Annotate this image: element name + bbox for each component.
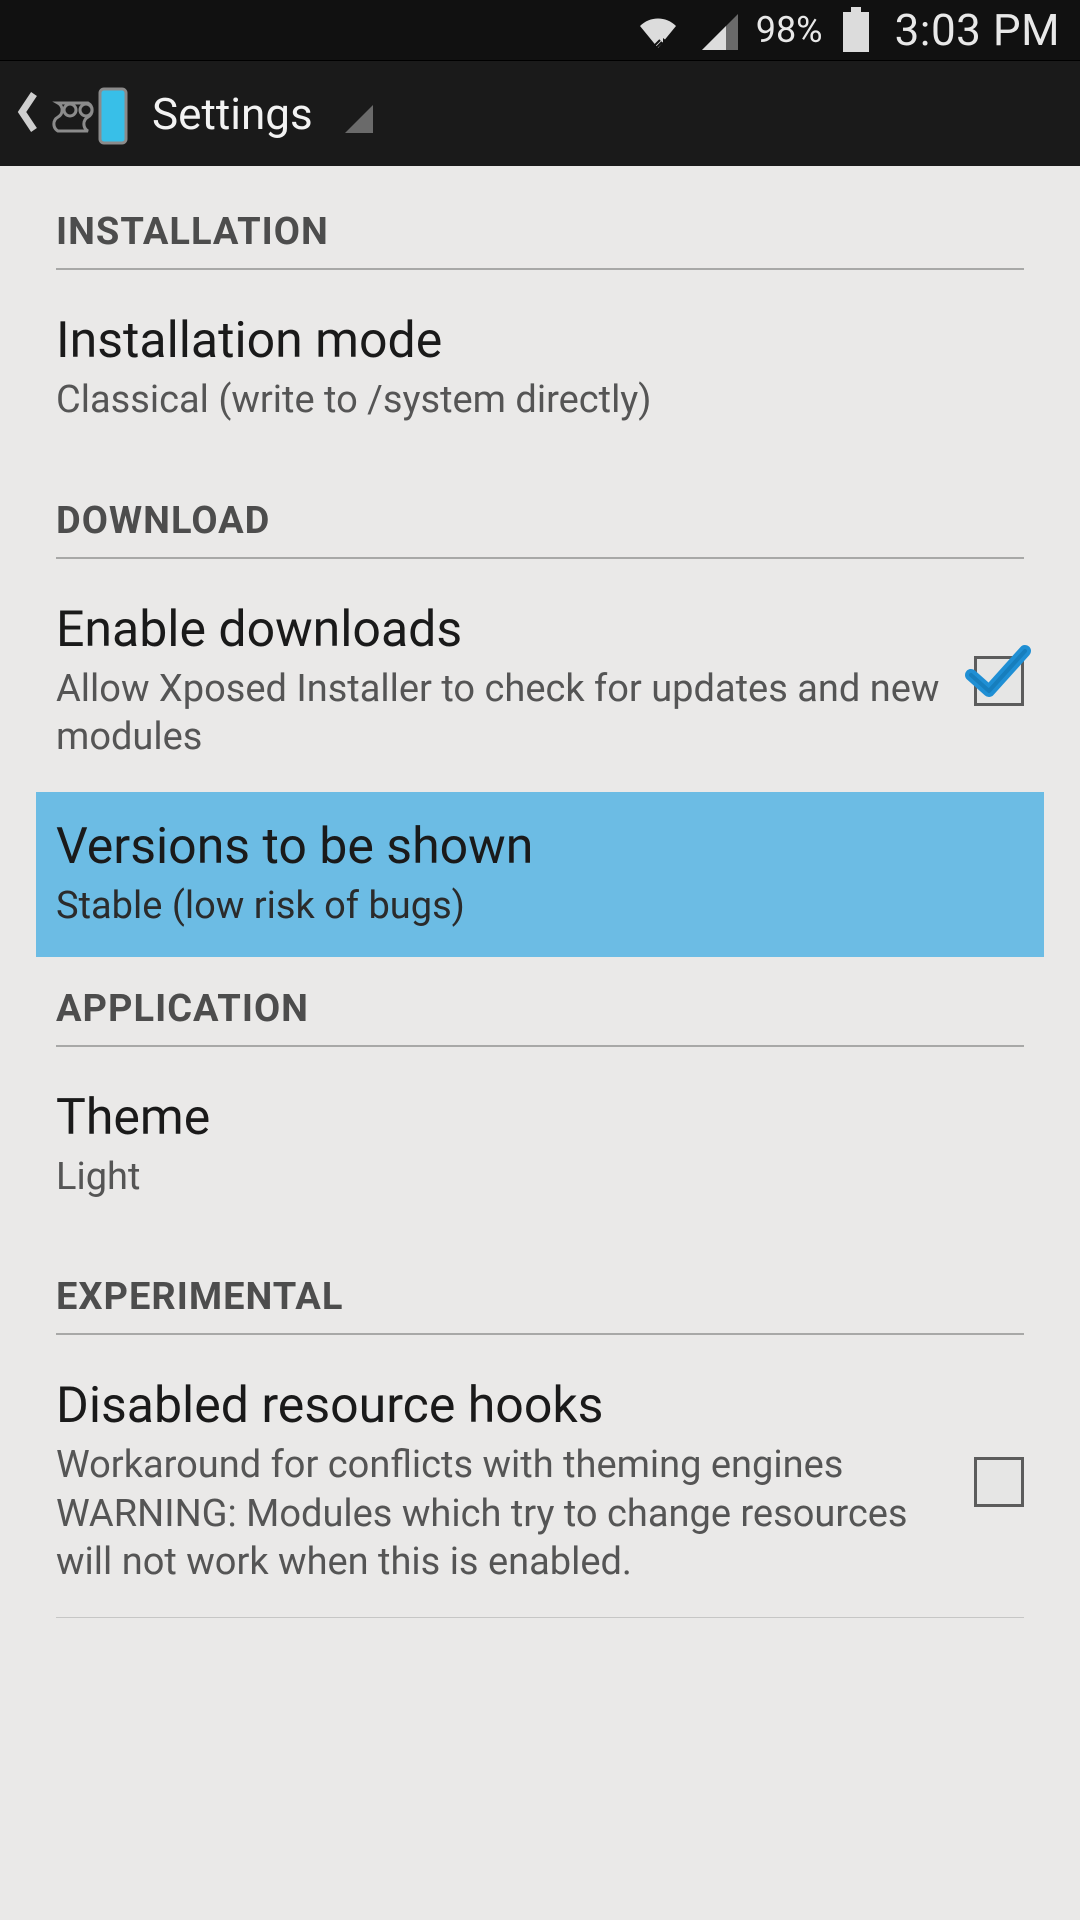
checkbox-disabled-resource-hooks[interactable] — [974, 1457, 1024, 1507]
clock: 3:03 PM — [895, 4, 1060, 56]
page-title: Settings — [152, 88, 313, 140]
item-enable-downloads[interactable]: Enable downloads Allow Xposed Installer … — [0, 571, 1080, 792]
item-title: Installation mode — [56, 312, 1024, 370]
item-theme[interactable]: Theme Light — [0, 1059, 1080, 1232]
section-header-installation: INSTALLATION — [56, 210, 1024, 270]
section-download: DOWNLOAD — [0, 455, 1080, 571]
item-title: Disabled resource hooks — [56, 1377, 954, 1435]
cell-signal-icon — [698, 10, 738, 50]
item-title: Theme — [56, 1089, 1024, 1147]
wifi-icon — [636, 10, 680, 50]
item-subtitle: Light — [56, 1153, 1024, 1202]
section-header-application: APPLICATION — [56, 987, 1024, 1047]
section-application: APPLICATION — [0, 957, 1080, 1059]
back-icon[interactable] — [16, 90, 38, 138]
section-header-download: DOWNLOAD — [56, 499, 1024, 559]
item-title: Enable downloads — [56, 601, 954, 659]
battery-icon — [841, 7, 871, 53]
section-experimental: EXPERIMENTAL — [0, 1231, 1080, 1347]
checkbox-enable-downloads[interactable] — [974, 656, 1024, 706]
divider — [56, 1617, 1024, 1618]
item-subtitle: Classical (write to /system directly) — [56, 376, 1024, 425]
item-subtitle: Stable (low risk of bugs) — [56, 882, 1024, 931]
section-installation: INSTALLATION — [0, 166, 1080, 282]
section-header-experimental: EXPERIMENTAL — [56, 1275, 1024, 1335]
item-disabled-resource-hooks[interactable]: Disabled resource hooks Workaround for c… — [0, 1347, 1080, 1617]
status-bar: 98% 3:03 PM — [0, 0, 1080, 60]
item-subtitle: Allow Xposed Installer to check for upda… — [56, 665, 954, 762]
app-icon[interactable] — [52, 85, 124, 143]
settings-content: INSTALLATION Installation mode Classical… — [0, 166, 1080, 1618]
item-subtitle: Workaround for conflicts with theming en… — [56, 1441, 954, 1587]
item-title: Versions to be shown — [56, 818, 1024, 876]
action-bar: Settings — [0, 60, 1080, 166]
item-installation-mode[interactable]: Installation mode Classical (write to /s… — [0, 282, 1080, 455]
battery-percent: 98% — [756, 9, 823, 51]
spinner-icon[interactable] — [345, 105, 373, 133]
item-versions-to-be-shown[interactable]: Versions to be shown Stable (low risk of… — [36, 792, 1044, 957]
